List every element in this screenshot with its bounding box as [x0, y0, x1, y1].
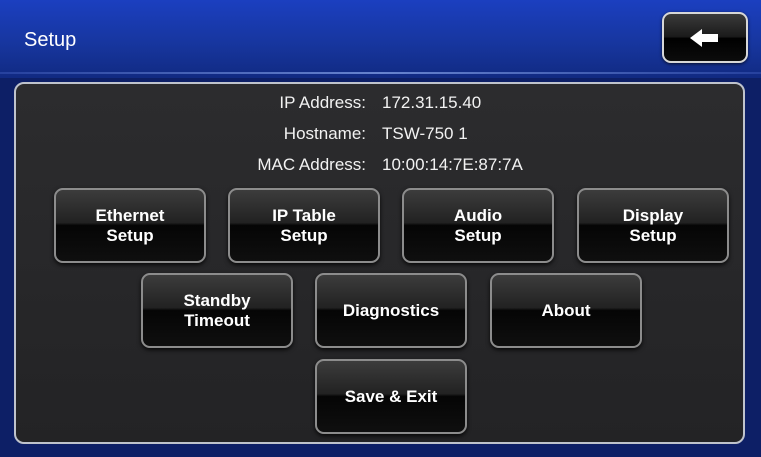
save-exit-button[interactable]: Save & Exit: [315, 359, 467, 434]
ip-table-setup-button[interactable]: IP Table Setup: [228, 188, 380, 263]
mac-address-value: 10:00:14:7E:87:7A: [382, 155, 523, 174]
standby-timeout-button[interactable]: Standby Timeout: [141, 273, 293, 348]
header-bar: Setup: [0, 0, 761, 78]
ethernet-setup-button[interactable]: Ethernet Setup: [54, 188, 206, 263]
diagnostics-label: Diagnostics: [342, 300, 440, 320]
page-title: Setup: [24, 29, 77, 51]
save-exit-label: Save & Exit: [344, 386, 438, 406]
ip-table-setup-label: IP Table Setup: [272, 205, 336, 245]
standby-timeout-label: Standby Timeout: [183, 290, 251, 330]
hostname-row: Hostname: TSW-750 1: [16, 124, 747, 148]
back-arrow-icon: [690, 28, 718, 47]
back-button[interactable]: [662, 12, 748, 63]
about-label: About: [541, 300, 591, 320]
about-button[interactable]: About: [490, 273, 642, 348]
ethernet-setup-label: Ethernet Setup: [95, 205, 165, 245]
setup-panel: IP Address: 172.31.15.40 Hostname: TSW-7…: [14, 82, 745, 444]
ip-address-label: IP Address:: [279, 93, 366, 112]
hostname-label: Hostname:: [283, 124, 366, 143]
display-setup-label: Display Setup: [622, 205, 684, 245]
ip-address-value: 172.31.15.40: [382, 93, 482, 112]
mac-address-label: MAC Address:: [257, 155, 366, 174]
audio-setup-button[interactable]: Audio Setup: [402, 188, 554, 263]
diagnostics-button[interactable]: Diagnostics: [315, 273, 467, 348]
mac-address-row: MAC Address: 10:00:14:7E:87:7A: [16, 155, 747, 179]
hostname-value: TSW-750 1: [382, 124, 468, 143]
display-setup-button[interactable]: Display Setup: [577, 188, 729, 263]
audio-setup-label: Audio Setup: [453, 205, 503, 245]
ip-address-row: IP Address: 172.31.15.40: [16, 93, 747, 117]
